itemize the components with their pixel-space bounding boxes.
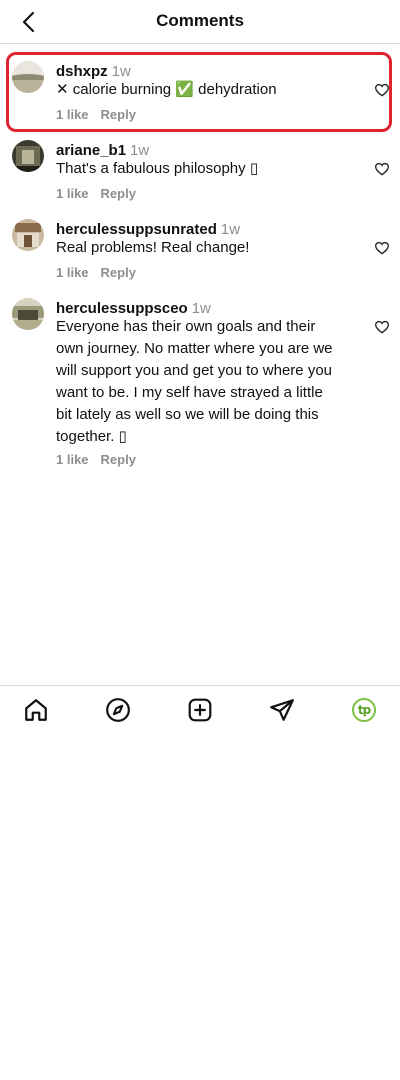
nav-profile[interactable]: tp [350,696,378,724]
heart-icon[interactable] [374,161,390,177]
paper-plane-icon [270,699,294,721]
reply-button[interactable]: Reply [101,186,136,201]
nav-explore[interactable] [104,696,132,724]
nav-home[interactable] [22,696,50,724]
comment-text: ✕ calorie burning ✅ dehydration [56,81,277,98]
comment-username[interactable]: dshxpz [56,63,108,80]
page-title: Comments [156,11,244,30]
reply-button[interactable]: Reply [101,107,136,122]
nav-create[interactable] [186,696,214,724]
like-count[interactable]: 1 like [56,107,89,122]
comment-text: Everyone has their own goals and their o… [56,318,333,445]
like-count[interactable]: 1 like [56,186,89,201]
comment-username[interactable]: ariane_b1 [56,142,126,159]
avatar[interactable] [12,298,44,330]
like-count[interactable]: 1 like [56,265,89,280]
avatar[interactable] [12,219,44,251]
plus-square-icon [188,698,212,722]
comment-text: Real problems! Real change! [56,239,250,256]
heart-icon[interactable] [374,240,390,256]
comment-text: That's a fabulous philosophy ▯ [56,160,259,177]
like-count[interactable]: 1 like [56,452,89,467]
comment-time: 1w [220,221,241,238]
avatar[interactable] [12,140,44,172]
comment-time: 1w [191,300,211,317]
reply-button[interactable]: Reply [101,265,136,280]
heart-icon[interactable] [374,319,390,335]
heart-icon[interactable] [374,82,390,98]
avatar[interactable] [12,61,44,93]
profile-avatar-icon: tp [352,698,376,722]
bottom-nav: tp [0,685,400,733]
explore-icon [106,698,130,722]
home-icon [25,699,47,721]
nav-direct[interactable] [268,696,296,724]
comment-username[interactable]: herculessuppsceo [56,300,188,317]
comment-time: 1w [130,142,150,159]
comments-screen: Comments dshxpz 1w ✕ calorie burning ✅ de… [0,0,400,1080]
reply-button[interactable]: Reply [101,452,136,467]
header: Comments [0,0,400,44]
comment-username[interactable]: herculessuppsunrated [56,221,217,238]
comment-time: 1w [111,63,131,80]
